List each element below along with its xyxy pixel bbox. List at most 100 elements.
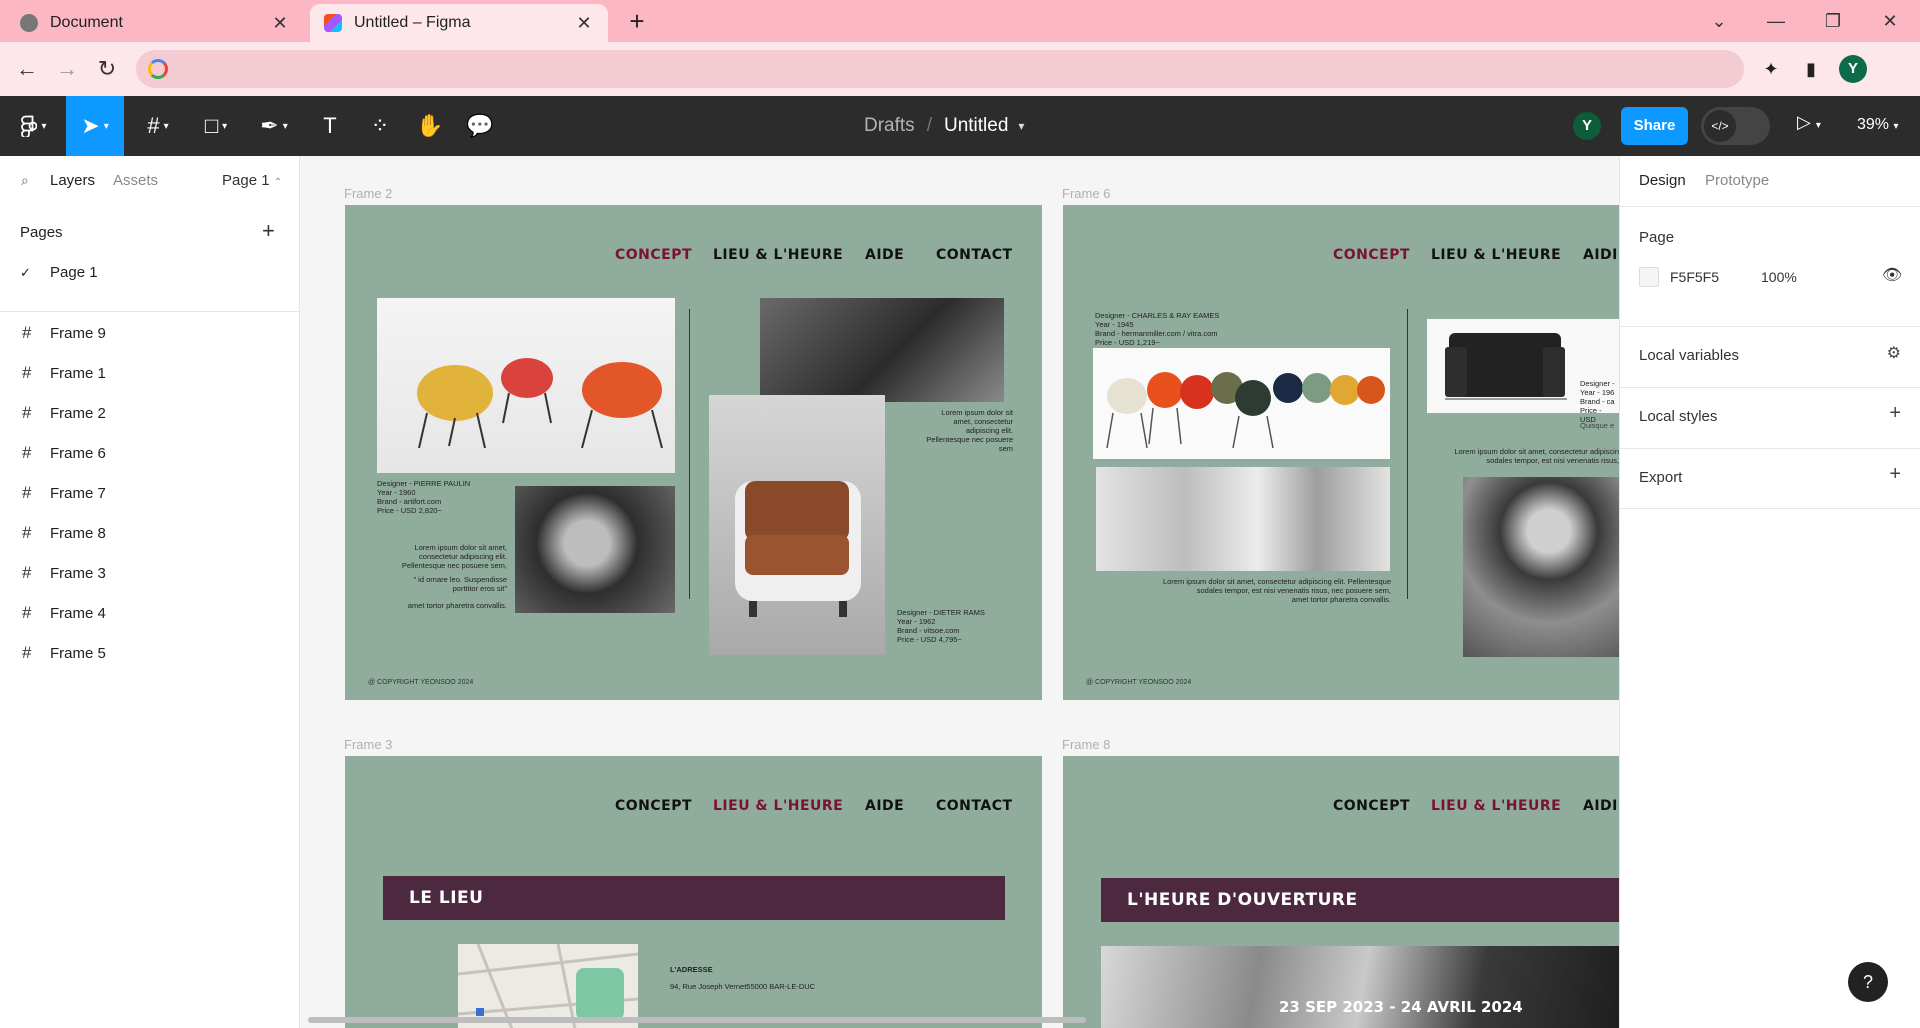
profile-avatar[interactable]: Y — [1839, 55, 1867, 83]
close-icon[interactable]: ✕ — [270, 13, 290, 34]
frame-6[interactable]: CONCEPT LIEU & L'HEURE AIDI Designer - C… — [1063, 205, 1619, 700]
caption-partial: Designer - Year - 196 Brand - ca Price -… — [1580, 379, 1615, 424]
chevron-down-icon: ▾ — [1893, 121, 1899, 132]
horizontal-scrollbar[interactable] — [308, 1017, 1086, 1023]
layer-item[interactable]: # Frame 1 — [22, 363, 106, 383]
present-play-icon[interactable]: ▷ ▾ — [1797, 112, 1821, 133]
tab-layers[interactable]: Layers — [50, 172, 95, 189]
layer-item[interactable]: # Frame 3 — [22, 563, 106, 583]
export-section[interactable]: Export + — [1620, 448, 1920, 509]
section-banner: L'HEURE D'OUVERTURE — [1101, 878, 1619, 922]
share-button[interactable]: Share — [1621, 107, 1688, 145]
layer-item[interactable]: # Frame 8 — [22, 523, 106, 543]
hand-tool-icon[interactable]: ✋ — [412, 96, 448, 156]
restore-button[interactable]: ❐ — [1818, 6, 1848, 36]
layer-item[interactable]: # Frame 4 — [22, 603, 106, 623]
canvas[interactable]: Frame 2 CONCEPT LIEU & L'HEURE AIDE CONT… — [300, 156, 1619, 1028]
frame-icon: # — [22, 323, 32, 342]
page-selector[interactable]: Page 1 ⌃ — [222, 172, 282, 189]
close-window-button[interactable]: ✕ — [1875, 6, 1905, 36]
frame-label[interactable]: Frame 6 — [1062, 186, 1110, 201]
tab-assets[interactable]: Assets — [113, 172, 158, 189]
plus-icon[interactable]: + — [1889, 402, 1901, 425]
figma-menu-icon[interactable]: ▾ — [10, 96, 58, 156]
lorem-text: Lorem ipsum dolor sit amet, consectetur … — [401, 543, 507, 570]
nav-contact: CONTACT — [936, 247, 1013, 263]
exhibition-photo: 23 SEP 2023 - 24 AVRIL 2024 — [1101, 946, 1619, 1028]
tab-design[interactable]: Design — [1639, 172, 1686, 189]
user-avatar[interactable]: Y — [1573, 112, 1601, 140]
close-icon[interactable]: ✕ — [574, 13, 594, 34]
resources-icon[interactable]: ⁘ — [362, 96, 398, 156]
extensions-icon[interactable]: ✦ — [1757, 55, 1785, 83]
frame-8[interactable]: CONCEPT LIEU & L'HEURE AIDI L'HEURE D'OU… — [1063, 756, 1619, 1028]
tab-prototype[interactable]: Prototype — [1705, 172, 1769, 189]
layer-item[interactable]: # Frame 2 — [22, 403, 106, 423]
layer-item[interactable]: # Frame 5 — [22, 643, 106, 663]
layer-label: Frame 8 — [50, 524, 106, 542]
nav-lieu-heure: LIEU & L'HEURE — [713, 798, 844, 814]
browser-tab-figma[interactable]: Untitled – Figma ✕ — [310, 4, 608, 42]
layer-item[interactable]: # Frame 7 — [22, 483, 106, 503]
layer-item[interactable]: # Frame 6 — [22, 443, 106, 463]
google-icon — [148, 59, 168, 79]
new-tab-button[interactable]: + — [622, 7, 652, 37]
nav-lieu-heure: LIEU & L'HEURE — [1431, 247, 1562, 263]
panel-tabs: ⌕ Layers Assets Page 1 ⌃ — [0, 156, 300, 206]
frame-label[interactable]: Frame 2 — [344, 186, 392, 201]
search-icon[interactable]: ⌕ — [21, 172, 29, 189]
eye-icon[interactable]: 👁 — [1882, 265, 1902, 285]
frame-label[interactable]: Frame 8 — [1062, 737, 1110, 752]
divider — [0, 311, 300, 312]
frame-2[interactable]: CONCEPT LIEU & L'HEURE AIDE CONTACT Desi… — [345, 205, 1042, 700]
pages-heading: Pages — [20, 224, 63, 241]
minimize-button[interactable]: — — [1761, 6, 1791, 36]
frame-label[interactable]: Frame 3 — [344, 737, 392, 752]
tab-search-icon[interactable]: ⌄ — [1704, 6, 1734, 36]
back-arrow-icon[interactable]: ← — [12, 54, 42, 84]
page-item[interactable]: ✓ Page 1 — [20, 264, 98, 281]
chevron-up-icon: ⌃ — [273, 177, 283, 188]
frame-icon: # — [22, 483, 32, 502]
breadcrumb-drafts[interactable]: Drafts — [864, 115, 915, 137]
pen-tool-icon[interactable]: ✒ ▾ — [250, 96, 298, 156]
nav-lieu-heure: LIEU & L'HEURE — [713, 247, 844, 263]
bg-opacity-value[interactable]: 100% — [1761, 269, 1797, 285]
forward-arrow-icon[interactable]: → — [52, 54, 82, 84]
url-input[interactable] — [136, 50, 1744, 88]
exhibition-dates: 23 SEP 2023 - 24 AVRIL 2024 — [1279, 998, 1523, 1016]
add-page-button[interactable]: + — [262, 218, 275, 244]
layer-label: Frame 7 — [50, 484, 106, 502]
eames-couple-photo — [1096, 467, 1390, 571]
bg-color-value[interactable]: F5F5F5 — [1670, 269, 1719, 285]
reload-icon[interactable]: ↻ — [92, 54, 122, 84]
check-icon: ✓ — [20, 264, 31, 280]
comment-tool-icon[interactable]: 💬 — [462, 96, 498, 156]
frame-icon: # — [22, 403, 32, 422]
nav-aide: AIDI — [1583, 247, 1618, 263]
sliders-icon[interactable]: ⚙ — [1887, 343, 1901, 363]
section-title: Export — [1639, 469, 1683, 486]
plus-icon[interactable]: + — [1889, 463, 1901, 486]
frame-tool-icon[interactable]: # ▾ — [134, 96, 182, 156]
frame-3[interactable]: CONCEPT LIEU & L'HEURE AIDE CONTACT LE L… — [345, 756, 1042, 1028]
side-panel-icon[interactable]: ▮ — [1797, 55, 1825, 83]
browser-tab-document[interactable]: Document ✕ — [6, 4, 304, 42]
designer-at-desk-photo — [760, 298, 1004, 402]
chevron-down-icon[interactable]: ▾ — [1018, 119, 1024, 133]
file-name[interactable]: Untitled — [944, 115, 1008, 137]
nav-concept: CONCEPT — [1333, 798, 1411, 814]
zoom-level[interactable]: 39% ▾ — [1857, 116, 1899, 134]
color-swatch[interactable] — [1639, 267, 1659, 287]
dev-mode-toggle[interactable]: </> — [1701, 107, 1770, 145]
move-tool-icon[interactable]: ➤ ▾ — [66, 96, 124, 156]
frame-icon: # — [22, 603, 32, 622]
layer-item[interactable]: # Frame 9 — [22, 323, 106, 343]
caption-dieter-rams: Designer - DIETER RAMS Year - 1962 Brand… — [897, 608, 985, 644]
local-variables-section[interactable]: Local variables ⚙ — [1620, 326, 1920, 387]
caption-pierre-paulin: Designer - PIERRE PAULIN Year - 1960 Bra… — [377, 479, 471, 515]
rectangle-tool-icon[interactable]: □ ▾ — [192, 96, 240, 156]
local-styles-section[interactable]: Local styles + — [1620, 387, 1920, 448]
text-tool-icon[interactable]: T — [312, 96, 348, 156]
help-button[interactable]: ? — [1848, 962, 1888, 1002]
